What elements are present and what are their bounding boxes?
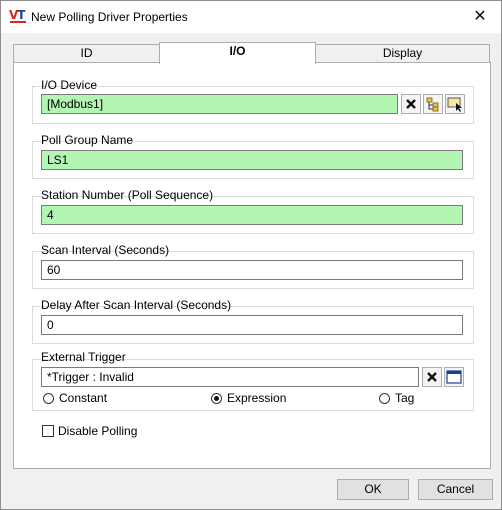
properties-window: VT New Polling Driver Properties ✕ ID I/…: [0, 0, 502, 510]
tag-radio[interactable]: [379, 393, 390, 404]
vt-logo-icon: VT: [9, 8, 26, 23]
tag-radio-label: Tag: [395, 391, 415, 405]
window-title: New Polling Driver Properties: [31, 10, 188, 24]
ok-button[interactable]: OK: [337, 479, 409, 500]
scan-interval-field[interactable]: 60: [41, 260, 463, 280]
station-number-label: Station Number (Poll Sequence): [41, 188, 214, 202]
delay-after-scan-field[interactable]: 0: [41, 315, 463, 335]
io-tab-panel: I/O Device [Modbus1] Poll Group Name LS1…: [13, 62, 491, 469]
constant-radio[interactable]: [43, 393, 54, 404]
io-device-field[interactable]: [Modbus1]: [41, 94, 398, 114]
disable-polling-label: Disable Polling: [58, 424, 138, 438]
tab-id[interactable]: ID: [13, 44, 160, 63]
cancel-button[interactable]: Cancel: [418, 479, 493, 500]
clear-icon[interactable]: [401, 94, 421, 114]
scan-interval-label: Scan Interval (Seconds): [41, 243, 170, 257]
station-number-field[interactable]: 4: [41, 205, 463, 225]
delay-after-scan-label: Delay After Scan Interval (Seconds): [41, 298, 232, 312]
io-device-label: I/O Device: [41, 78, 98, 92]
tab-io[interactable]: I/O: [159, 42, 316, 64]
external-trigger-label: External Trigger: [41, 350, 126, 364]
expression-radio[interactable]: [211, 393, 222, 404]
close-icon[interactable]: ✕: [459, 1, 501, 31]
tree-browse-icon[interactable]: [423, 94, 443, 114]
window-icon[interactable]: [444, 367, 464, 387]
expression-radio-label: Expression: [227, 391, 287, 405]
title-bar: VT New Polling Driver Properties ✕: [1, 1, 501, 33]
poll-group-field[interactable]: LS1: [41, 150, 463, 170]
constant-radio-label: Constant: [59, 391, 108, 405]
select-browse-icon[interactable]: [445, 94, 465, 114]
disable-polling-checkbox[interactable]: [42, 425, 54, 437]
external-trigger-field[interactable]: *Trigger : Invalid: [41, 367, 419, 387]
clear-icon[interactable]: [422, 367, 442, 387]
tab-display[interactable]: Display: [315, 44, 490, 63]
poll-group-label: Poll Group Name: [41, 133, 134, 147]
